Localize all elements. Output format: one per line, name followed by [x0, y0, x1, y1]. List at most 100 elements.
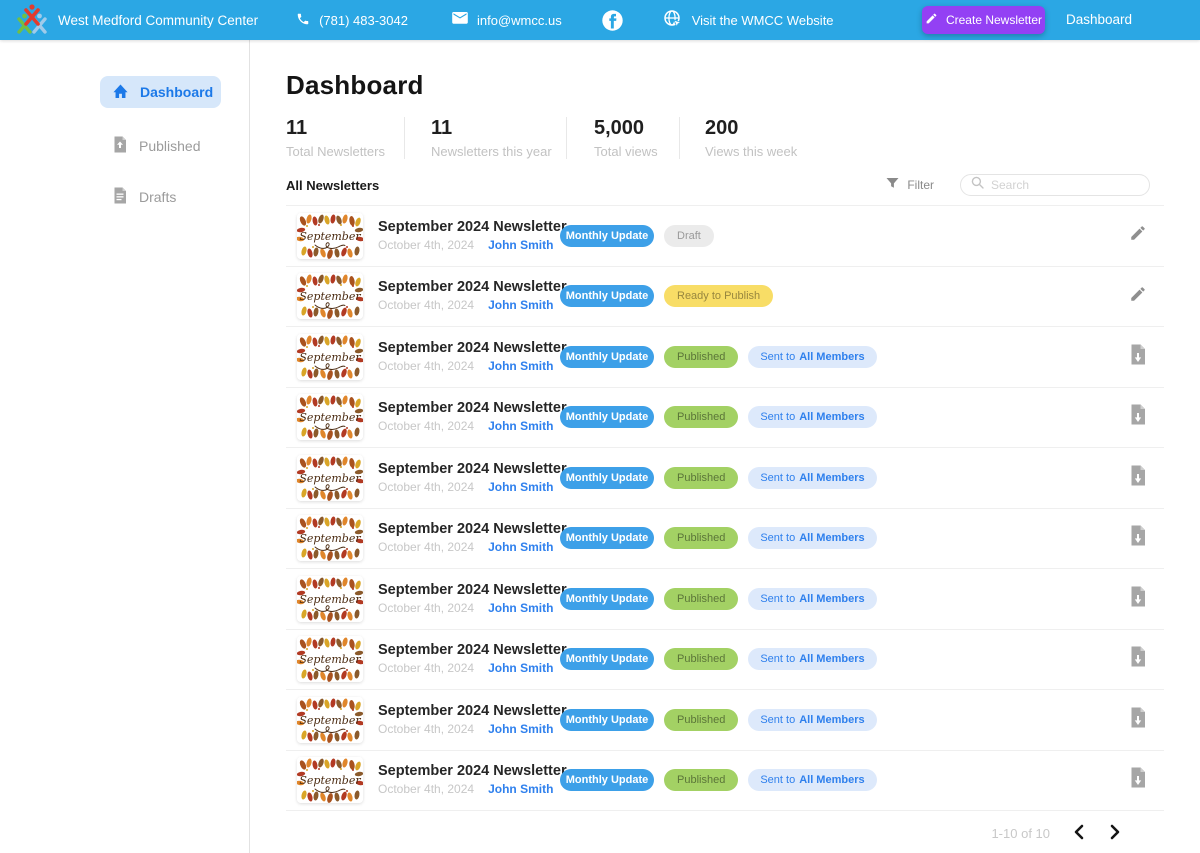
newsletter-row[interactable]: September September 2024 Newsletter Octo…	[286, 509, 1164, 570]
row-action[interactable]	[1126, 344, 1150, 370]
svg-text:September: September	[299, 472, 361, 485]
newsletter-thumbnail[interactable]: September	[297, 576, 363, 622]
newsletter-thumbnail[interactable]: September	[297, 455, 363, 501]
category-badge[interactable]: Monthly Update	[560, 709, 654, 731]
newsletter-row[interactable]: September September 2024 Newsletter Octo…	[286, 630, 1164, 691]
sidebar-item-dashboard[interactable]: Dashboard	[100, 76, 221, 108]
sidebar-item-published[interactable]: Published	[100, 130, 221, 162]
category-badge[interactable]: Monthly Update	[560, 285, 654, 307]
newsletter-list: September September 2024 Newsletter Octo…	[286, 205, 1164, 811]
category-badge[interactable]: Monthly Update	[560, 406, 654, 428]
newsletter-thumbnail[interactable]: September	[297, 697, 363, 743]
next-page-button[interactable]	[1104, 822, 1126, 844]
newsletter-date: October 4th, 2024	[378, 661, 474, 675]
create-newsletter-button[interactable]: Create Newsletter	[922, 6, 1045, 34]
download-file-icon	[1130, 707, 1146, 733]
newsletter-thumbnail[interactable]: September	[297, 273, 363, 319]
newsletter-author-link[interactable]: John Smith	[488, 540, 553, 554]
newsletter-title: September 2024 Newsletter	[378, 400, 567, 416]
sidebar-item-drafts[interactable]: Drafts	[100, 181, 221, 213]
newsletter-author-link[interactable]: John Smith	[488, 480, 553, 494]
newsletter-author-link[interactable]: John Smith	[488, 722, 553, 736]
sent-to-badge: Sent toAll Members	[748, 709, 876, 731]
row-action[interactable]	[1126, 646, 1150, 672]
svg-text:September: September	[299, 593, 361, 606]
sent-to-target: All Members	[799, 774, 864, 786]
sent-to-target: All Members	[799, 653, 864, 665]
row-action[interactable]	[1126, 767, 1150, 793]
newsletter-row[interactable]: September September 2024 Newsletter Octo…	[286, 388, 1164, 449]
newsletter-meta: October 4th, 2024John Smith	[378, 298, 553, 312]
newsletter-author-link[interactable]: John Smith	[488, 359, 553, 373]
svg-text:September: September	[299, 532, 361, 545]
newsletter-thumbnail[interactable]: September	[297, 757, 363, 803]
search-input[interactable]	[991, 178, 1131, 192]
newsletter-row[interactable]: September September 2024 Newsletter Octo…	[286, 751, 1164, 812]
category-badge[interactable]: Monthly Update	[560, 346, 654, 368]
newsletter-row[interactable]: September September 2024 Newsletter Octo…	[286, 267, 1164, 328]
newsletter-title: September 2024 Newsletter	[378, 763, 567, 779]
category-badge[interactable]: Monthly Update	[560, 527, 654, 549]
filter-label: Filter	[907, 178, 934, 192]
email-link[interactable]: info@wmcc.us	[452, 12, 562, 28]
newsletter-title: September 2024 Newsletter	[378, 582, 567, 598]
sent-to-target: All Members	[799, 351, 864, 363]
newsletter-row[interactable]: September September 2024 Newsletter Octo…	[286, 448, 1164, 509]
newsletter-row[interactable]: September September 2024 Newsletter Octo…	[286, 327, 1164, 388]
newsletter-row[interactable]: September September 2024 Newsletter Octo…	[286, 206, 1164, 267]
newsletter-thumbnail[interactable]: September	[297, 394, 363, 440]
row-action[interactable]	[1126, 707, 1150, 733]
newsletter-author-link[interactable]: John Smith	[488, 238, 553, 252]
category-badge[interactable]: Monthly Update	[560, 769, 654, 791]
status-badge: Published	[664, 648, 738, 670]
website-link[interactable]: Visit the WMCC Website	[663, 9, 834, 32]
newsletter-thumbnail[interactable]: September	[297, 515, 363, 561]
newsletter-author-link[interactable]: John Smith	[488, 419, 553, 433]
newsletter-author-link[interactable]: John Smith	[488, 661, 553, 675]
category-badge[interactable]: Monthly Update	[560, 588, 654, 610]
category-badge[interactable]: Monthly Update	[560, 225, 654, 247]
sent-to-target: All Members	[799, 593, 864, 605]
newsletter-meta: October 4th, 2024John Smith	[378, 601, 553, 615]
newsletter-row[interactable]: September September 2024 Newsletter Octo…	[286, 569, 1164, 630]
row-action[interactable]	[1126, 525, 1150, 551]
sent-to-badge: Sent toAll Members	[748, 527, 876, 549]
category-badge[interactable]: Monthly Update	[560, 467, 654, 489]
stat-total-newsletters: 11 Total Newsletters	[286, 117, 404, 159]
status-badge: Published	[664, 406, 738, 428]
download-file-icon	[1130, 344, 1146, 370]
row-action[interactable]	[1126, 224, 1150, 247]
phone-link[interactable]: (781) 483-3042	[296, 12, 408, 29]
row-action[interactable]	[1126, 586, 1150, 612]
row-action[interactable]	[1126, 465, 1150, 491]
newsletter-thumbnail[interactable]: September	[297, 334, 363, 380]
search-box[interactable]	[960, 174, 1150, 196]
sent-to-badge: Sent toAll Members	[748, 769, 876, 791]
nav-dashboard-link[interactable]: Dashboard	[1066, 12, 1132, 27]
envelope-icon	[452, 12, 468, 28]
newsletter-row[interactable]: September September 2024 Newsletter Octo…	[286, 690, 1164, 751]
edit-pencil-icon	[1129, 224, 1147, 247]
newsletter-thumbnail[interactable]: September	[297, 636, 363, 682]
app-window: West Medford Community Center (781) 483-…	[0, 0, 1200, 853]
row-action[interactable]	[1126, 404, 1150, 430]
list-toolbar: All Newsletters Filter	[286, 173, 1164, 197]
facebook-icon[interactable]	[602, 10, 623, 31]
stat-divider	[404, 117, 405, 159]
status-badge: Published	[664, 527, 738, 549]
filter-button[interactable]: Filter	[886, 178, 934, 193]
newsletter-author-link[interactable]: John Smith	[488, 601, 553, 615]
main-content: Dashboard 11 Total Newsletters 11 Newsle…	[250, 40, 1200, 853]
chevron-right-icon	[1108, 824, 1122, 843]
newsletter-title: September 2024 Newsletter	[378, 279, 567, 295]
row-action[interactable]	[1126, 285, 1150, 308]
category-badge[interactable]: Monthly Update	[560, 648, 654, 670]
newsletter-date: October 4th, 2024	[378, 419, 474, 433]
newsletter-author-link[interactable]: John Smith	[488, 298, 553, 312]
svg-text:September: September	[299, 411, 361, 424]
newsletter-thumbnail[interactable]: September	[297, 213, 363, 259]
newsletter-info: September 2024 Newsletter October 4th, 2…	[378, 460, 560, 496]
prev-page-button[interactable]	[1068, 822, 1090, 844]
newsletter-meta: October 4th, 2024 John Smith	[378, 419, 553, 433]
newsletter-author-link[interactable]: John Smith	[488, 782, 553, 796]
